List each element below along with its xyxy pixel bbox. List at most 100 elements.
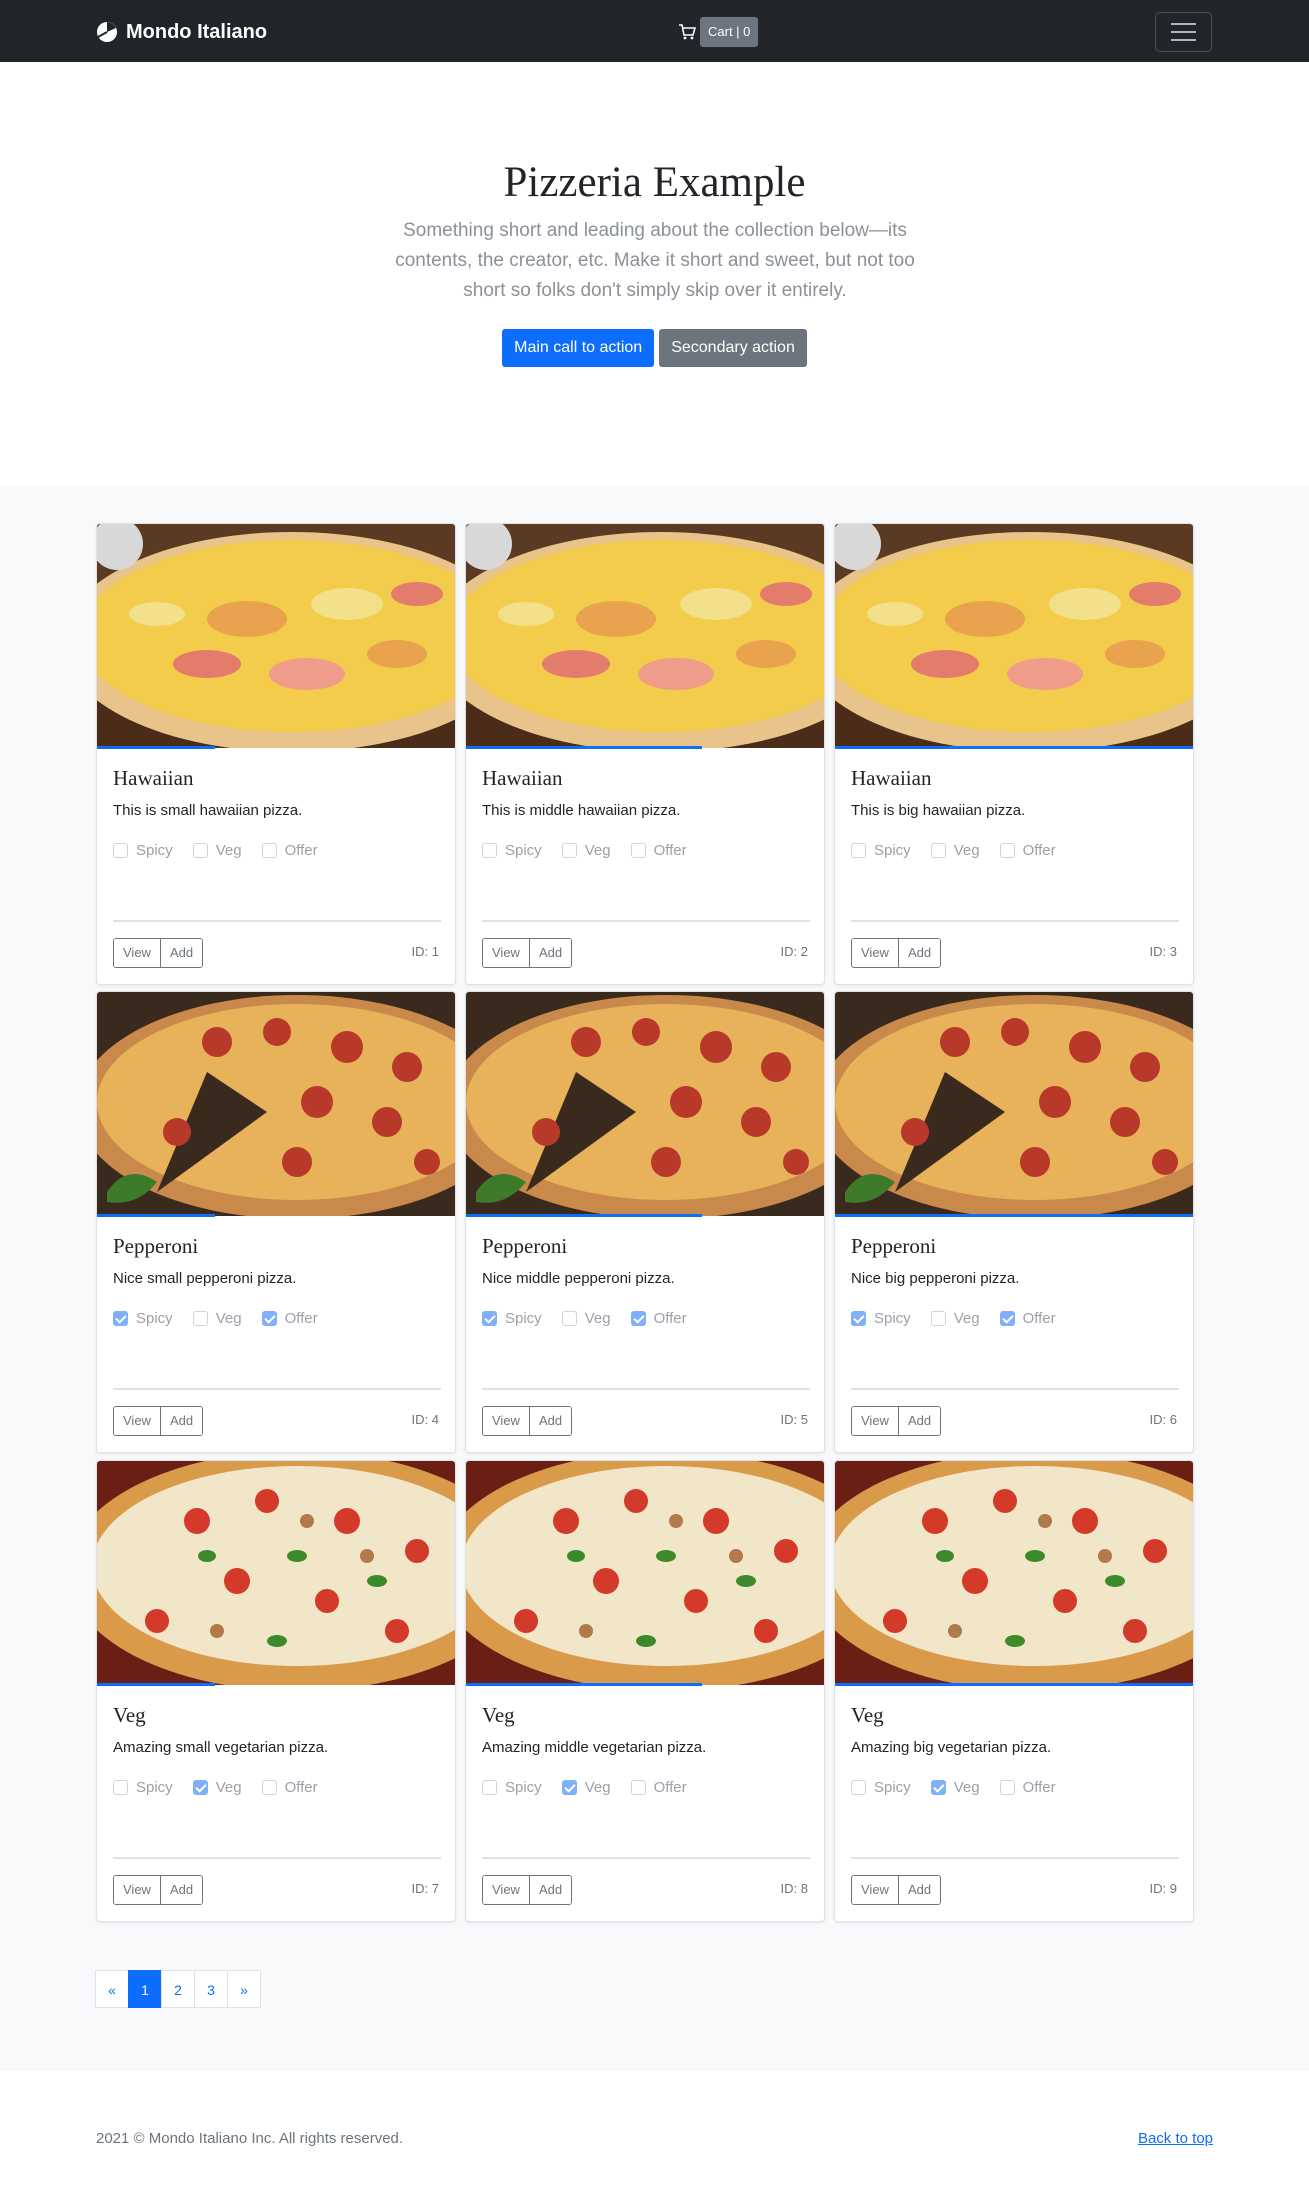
add-button[interactable]: Add xyxy=(528,939,572,967)
cart-button[interactable]: Cart | 0 xyxy=(678,17,759,47)
offer-checkbox-box[interactable] xyxy=(261,843,277,858)
add-button[interactable]: Add xyxy=(528,1407,572,1435)
add-button[interactable]: Add xyxy=(897,939,941,967)
add-button[interactable]: Add xyxy=(159,939,203,967)
spicy-checkbox-box[interactable] xyxy=(851,1780,866,1795)
offer-checkbox[interactable]: Offer xyxy=(630,842,687,859)
spicy-checkbox-box[interactable] xyxy=(851,1311,866,1326)
spicy-label: Spicy xyxy=(874,1779,911,1796)
back-to-top-link[interactable]: Back to top xyxy=(1138,2130,1213,2147)
product-card: Pepperoni Nice big pepperoni pizza. Spicy V… xyxy=(834,991,1194,1453)
veg-checkbox[interactable]: Veg xyxy=(561,1310,611,1327)
spicy-checkbox[interactable]: Spicy xyxy=(851,1779,911,1796)
view-button[interactable]: View xyxy=(852,1407,898,1435)
offer-label: Offer xyxy=(284,1310,318,1327)
offer-checkbox[interactable]: Offer xyxy=(261,1779,318,1796)
spicy-checkbox[interactable]: Spicy xyxy=(482,842,542,859)
veg-checkbox[interactable]: Veg xyxy=(192,1310,242,1327)
offer-checkbox-box[interactable] xyxy=(999,843,1015,858)
product-card: Veg Amazing middle vegetarian pizza. Spicy… xyxy=(465,1460,825,1922)
brand-link[interactable]: Mondo Italiano xyxy=(96,19,267,45)
offer-checkbox[interactable]: Offer xyxy=(999,1779,1056,1796)
card-description: This is small hawaiian pizza. xyxy=(113,802,303,819)
card-id: ID: 4 xyxy=(411,1412,439,1427)
card-image-veg-pizza xyxy=(97,1461,455,1685)
spicy-checkbox-box[interactable] xyxy=(482,1311,497,1326)
page-next[interactable]: » xyxy=(227,1970,261,2008)
card-divider xyxy=(851,1388,1179,1390)
page-3[interactable]: 3 xyxy=(194,1970,228,2008)
card-actions: View Add xyxy=(851,938,942,968)
veg-checkbox[interactable]: Veg xyxy=(192,1779,242,1796)
veg-checkbox-box[interactable] xyxy=(192,843,208,858)
veg-checkbox[interactable]: Veg xyxy=(561,1779,611,1796)
page-2[interactable]: 2 xyxy=(161,1970,195,2008)
add-button[interactable]: Add xyxy=(897,1407,941,1435)
main-cta-button[interactable]: Main call to action xyxy=(502,329,655,367)
veg-checkbox-box[interactable] xyxy=(561,1780,577,1795)
spicy-label: Spicy xyxy=(505,1779,542,1796)
view-button[interactable]: View xyxy=(483,1876,529,1904)
veg-checkbox[interactable]: Veg xyxy=(561,842,611,859)
view-button[interactable]: View xyxy=(852,1876,898,1904)
product-card: Hawaiian This is small hawaiian pizza. Spi… xyxy=(96,523,456,985)
card-actions: View Add xyxy=(113,1406,204,1436)
spicy-checkbox-box[interactable] xyxy=(482,843,497,858)
offer-checkbox[interactable]: Offer xyxy=(261,1310,318,1327)
spicy-checkbox-box[interactable] xyxy=(113,1780,128,1795)
offer-checkbox[interactable]: Offer xyxy=(630,1779,687,1796)
add-button[interactable]: Add xyxy=(159,1407,203,1435)
offer-checkbox-box[interactable] xyxy=(630,1311,646,1326)
spicy-checkbox[interactable]: Spicy xyxy=(851,842,911,859)
veg-checkbox-box[interactable] xyxy=(192,1780,208,1795)
spicy-checkbox[interactable]: Spicy xyxy=(482,1310,542,1327)
offer-checkbox-box[interactable] xyxy=(999,1780,1015,1795)
veg-checkbox[interactable]: Veg xyxy=(930,1310,980,1327)
cart-count[interactable]: Cart | 0 xyxy=(700,17,759,47)
view-button[interactable]: View xyxy=(114,1876,160,1904)
veg-checkbox[interactable]: Veg xyxy=(930,842,980,859)
view-button[interactable]: View xyxy=(852,939,898,967)
spicy-checkbox-box[interactable] xyxy=(113,843,128,858)
spicy-checkbox[interactable]: Spicy xyxy=(113,1310,173,1327)
offer-label: Offer xyxy=(1022,1310,1056,1327)
spicy-checkbox[interactable]: Spicy xyxy=(113,842,173,859)
page-prev[interactable]: « xyxy=(95,1970,129,2008)
view-button[interactable]: View xyxy=(114,1407,160,1435)
secondary-action-button[interactable]: Secondary action xyxy=(659,329,807,367)
add-button[interactable]: Add xyxy=(159,1876,203,1904)
spicy-checkbox-box[interactable] xyxy=(113,1311,128,1326)
veg-checkbox-box[interactable] xyxy=(930,843,946,858)
page-1[interactable]: 1 xyxy=(128,1970,162,2008)
veg-checkbox-box[interactable] xyxy=(930,1780,946,1795)
view-button[interactable]: View xyxy=(483,1407,529,1435)
add-button[interactable]: Add xyxy=(528,1876,572,1904)
view-button[interactable]: View xyxy=(114,939,160,967)
offer-checkbox[interactable]: Offer xyxy=(630,1310,687,1327)
menu-toggle-button[interactable] xyxy=(1155,12,1212,52)
spicy-checkbox[interactable]: Spicy xyxy=(113,1779,173,1796)
brand-name: Mondo Italiano xyxy=(126,20,268,43)
spicy-label: Spicy xyxy=(874,1310,911,1327)
spicy-checkbox[interactable]: Spicy xyxy=(482,1779,542,1796)
veg-checkbox-box[interactable] xyxy=(561,1311,577,1326)
veg-checkbox[interactable]: Veg xyxy=(930,1779,980,1796)
album-section: Hawaiian This is small hawaiian pizza. Spi… xyxy=(0,486,1309,2071)
offer-checkbox-box[interactable] xyxy=(261,1311,277,1326)
veg-checkbox[interactable]: Veg xyxy=(192,842,242,859)
veg-checkbox-box[interactable] xyxy=(192,1311,208,1326)
offer-checkbox[interactable]: Offer xyxy=(999,842,1056,859)
offer-checkbox-box[interactable] xyxy=(630,1780,646,1795)
veg-checkbox-box[interactable] xyxy=(930,1311,946,1326)
add-button[interactable]: Add xyxy=(897,1876,941,1904)
offer-checkbox[interactable]: Offer xyxy=(261,842,318,859)
offer-checkbox-box[interactable] xyxy=(261,1780,277,1795)
offer-checkbox-box[interactable] xyxy=(999,1311,1015,1326)
offer-checkbox[interactable]: Offer xyxy=(999,1310,1056,1327)
offer-checkbox-box[interactable] xyxy=(630,843,646,858)
spicy-checkbox-box[interactable] xyxy=(851,843,866,858)
spicy-checkbox-box[interactable] xyxy=(482,1780,497,1795)
spicy-checkbox[interactable]: Spicy xyxy=(851,1310,911,1327)
view-button[interactable]: View xyxy=(483,939,529,967)
veg-checkbox-box[interactable] xyxy=(561,843,577,858)
